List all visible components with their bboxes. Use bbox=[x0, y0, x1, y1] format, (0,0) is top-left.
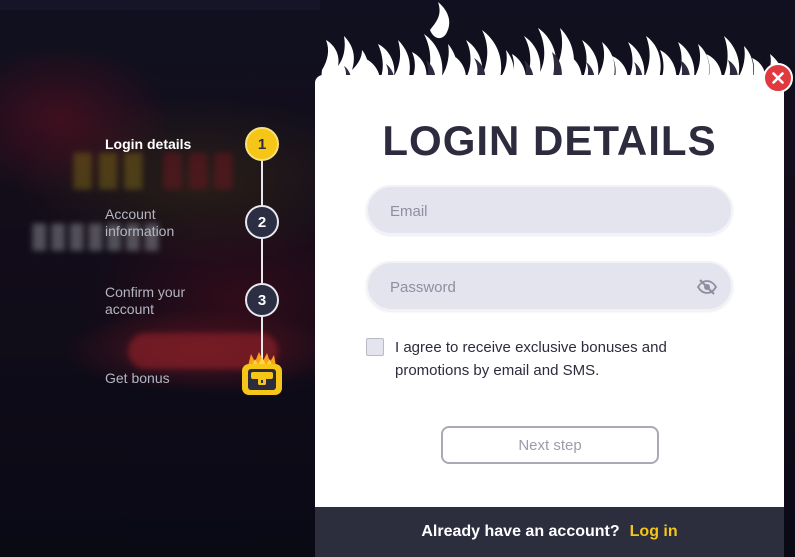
step-label-login-details: Login details bbox=[105, 136, 192, 152]
agree-checkbox[interactable] bbox=[366, 338, 384, 356]
next-step-button[interactable]: Next step bbox=[441, 426, 659, 464]
step-label-get-bonus: Get bonus bbox=[105, 370, 170, 386]
step-1-circle: 1 bbox=[245, 127, 279, 161]
modal-footer: Already have an account? Log in bbox=[315, 507, 784, 557]
footer-text: Already have an account? bbox=[421, 523, 620, 540]
email-input[interactable] bbox=[388, 187, 692, 235]
modal-title: LOGIN DETAILS bbox=[382, 117, 717, 164]
step-label-account-information: Account information bbox=[105, 206, 175, 239]
stepper-line bbox=[261, 160, 263, 365]
step-label-confirm-account: Confirm your account bbox=[105, 284, 186, 317]
step-2-circle: 2 bbox=[245, 205, 279, 239]
login-link[interactable]: Log in bbox=[630, 523, 678, 541]
close-button[interactable] bbox=[763, 63, 793, 93]
login-details-modal: LOGIN DETAILS I agree to receive exclusi… bbox=[315, 75, 784, 557]
eye-slash-icon[interactable] bbox=[697, 278, 717, 296]
treasure-chest-icon bbox=[242, 352, 282, 395]
close-icon bbox=[772, 72, 784, 84]
email-field-wrapper bbox=[366, 185, 733, 235]
step-3-circle: 3 bbox=[245, 283, 279, 317]
password-field-wrapper bbox=[366, 261, 733, 311]
agree-text: I agree to receive exclusive bonuses and… bbox=[395, 339, 667, 379]
password-input[interactable] bbox=[388, 263, 692, 311]
